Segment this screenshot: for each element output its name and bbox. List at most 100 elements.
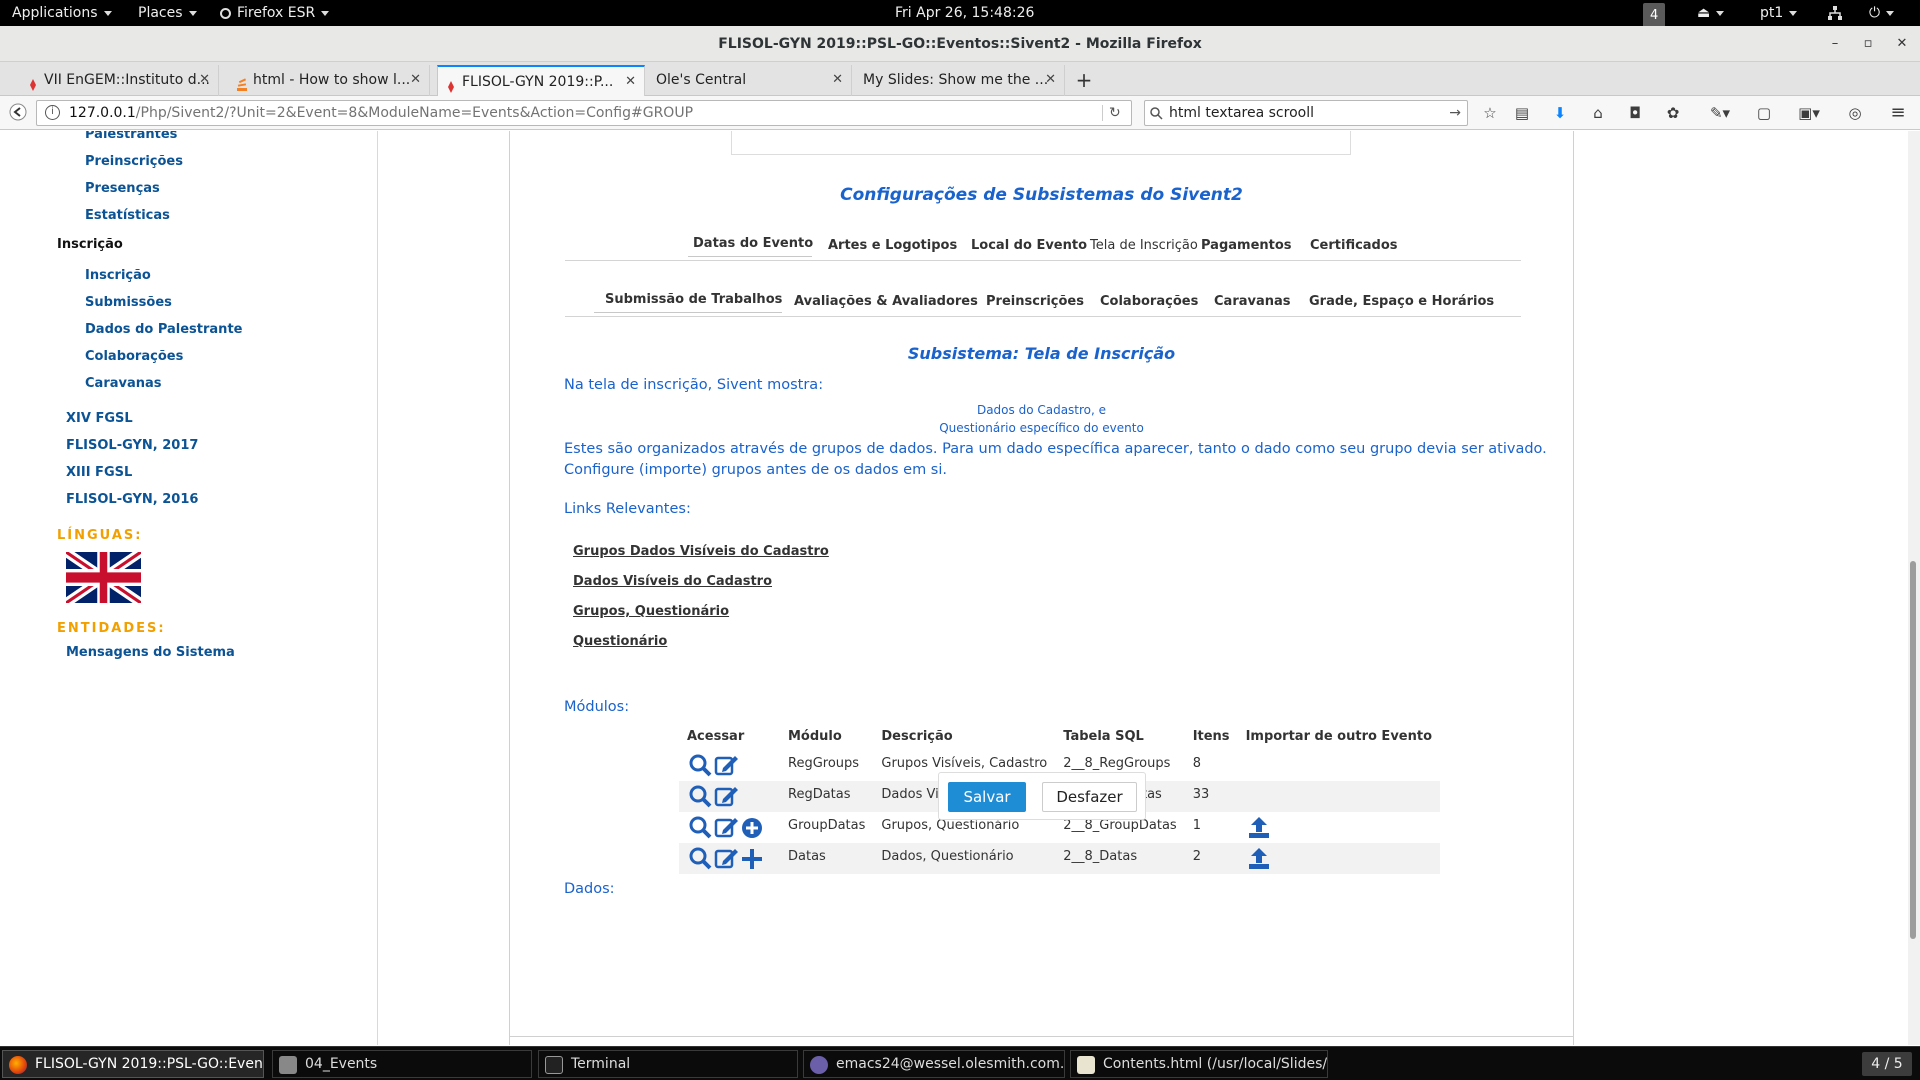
- sidebar-item-preinscricoes[interactable]: Preinscrições: [85, 154, 183, 169]
- sidebar-item-palestrantes[interactable]: Palestrantes: [85, 131, 177, 142]
- upload-icon[interactable]: [1246, 814, 1272, 840]
- edit-icon[interactable]: [713, 783, 739, 809]
- app-menu[interactable]: Firefox ESR: [220, 0, 330, 26]
- scrollbar-thumb[interactable]: [1910, 561, 1916, 939]
- pocket-icon[interactable]: ◘: [1625, 103, 1645, 123]
- sidebar-item-estatisticas[interactable]: Estatísticas: [85, 208, 170, 223]
- task-terminal[interactable]: Terminal: [538, 1050, 798, 1078]
- tab-avaliacoes[interactable]: Avaliações & Avaliadores: [794, 294, 978, 309]
- workspace-pager[interactable]: 4 / 5: [1862, 1052, 1912, 1076]
- sidebar-event-xiv-fgsl[interactable]: XIV FGSL: [66, 411, 133, 426]
- tab-colaboracoes[interactable]: Colaborações: [1100, 294, 1198, 309]
- sidebar-item-caravanas[interactable]: Caravanas: [85, 376, 162, 391]
- tab-datas-evento[interactable]: Datas do Evento: [693, 236, 813, 251]
- add-icon[interactable]: [739, 845, 765, 871]
- sidebar-item-dados-palestrante[interactable]: Dados do Palestrante: [85, 322, 242, 337]
- clock[interactable]: Fri Apr 26, 15:48:26: [895, 0, 1034, 26]
- undo-button[interactable]: Desfazer: [1042, 782, 1137, 812]
- sidebar-event-flisol-2016[interactable]: FLISOL-GYN, 2016: [66, 492, 198, 507]
- navigation-bar: i 127.0.0.1/Php/Sivent2/?Unit=2&Event=8&…: [0, 96, 1920, 130]
- tab-artes-logotipos[interactable]: Artes e Logotipos: [828, 238, 957, 253]
- task-firefox[interactable]: FLISOL-GYN 2019::PSL-GO::Event...: [2, 1050, 264, 1078]
- home-icon[interactable]: ⌂: [1588, 103, 1608, 123]
- tab-submissao-trabalhos[interactable]: Submissão de Trabalhos: [605, 292, 782, 307]
- hamburger-menu-icon[interactable]: ≡: [1888, 103, 1908, 123]
- close-tab-icon[interactable]: ✕: [625, 67, 636, 96]
- sidebar-item-inscricao[interactable]: Inscrição: [85, 268, 151, 283]
- window-title: FLISOL-GYN 2019::PSL-GO::Eventos::Sivent…: [718, 36, 1202, 52]
- tab-caravanas[interactable]: Caravanas: [1214, 294, 1291, 309]
- close-tab-icon[interactable]: ✕: [1045, 65, 1056, 95]
- sidebar-event-xiii-fgsl[interactable]: XIII FGSL: [66, 465, 132, 480]
- task-files[interactable]: 04_Events: [272, 1050, 532, 1078]
- new-tab-button[interactable]: +: [1071, 65, 1097, 95]
- close-tab-icon[interactable]: ✕: [199, 65, 210, 95]
- applications-menu[interactable]: Applications: [12, 0, 112, 26]
- sidebar-item-submissoes[interactable]: Submissões: [85, 295, 172, 310]
- search-go-icon[interactable]: →: [1449, 101, 1461, 125]
- search-icon[interactable]: [687, 752, 713, 778]
- sidebar-item-colaboracoes[interactable]: Colaborações: [85, 349, 183, 364]
- task-emacs[interactable]: emacs24@wessel.olesmith.com.br: [803, 1050, 1065, 1078]
- link-grupos-dados-visiveis[interactable]: Grupos Dados Visíveis do Cadastro: [573, 544, 829, 559]
- module-items: 2: [1184, 843, 1238, 874]
- tab-local-evento[interactable]: Local do Evento: [971, 238, 1087, 253]
- tab-pagamentos[interactable]: Pagamentos: [1201, 238, 1292, 253]
- eject-menu[interactable]: ⏏: [1697, 0, 1725, 26]
- entidades-heading: ENTIDADES:: [57, 621, 166, 636]
- tab-grade-espaco[interactable]: Grade, Espaço e Horários: [1309, 294, 1494, 309]
- network-icon[interactable]: [1827, 0, 1843, 26]
- search-bar[interactable]: html textarea scrooll →: [1144, 100, 1468, 126]
- search-icon[interactable]: [687, 814, 713, 840]
- power-menu[interactable]: ⏻: [1869, 0, 1895, 26]
- sidebar-event-flisol-2017[interactable]: FLISOL-GYN, 2017: [66, 438, 198, 453]
- addon-icon[interactable]: ✿: [1663, 103, 1683, 123]
- screenshot-icon[interactable]: ▣▾: [1792, 103, 1826, 123]
- tab-engem[interactable]: VII EnGEM::Instituto d... ✕: [20, 65, 219, 96]
- save-button[interactable]: Salvar: [948, 782, 1026, 812]
- tab-stackoverflow[interactable]: html - How to show l... ✕: [229, 65, 430, 96]
- col-acessar: Acessar: [687, 728, 745, 744]
- keyboard-layout-menu[interactable]: pt1: [1760, 0, 1798, 26]
- tools-icon[interactable]: ✎▾: [1703, 103, 1737, 123]
- close-window-button[interactable]: ✕: [1892, 34, 1912, 54]
- edit-icon[interactable]: [713, 845, 739, 871]
- config-title: Configurações de Subsistemas do Sivent2: [840, 185, 1243, 205]
- info-icon[interactable]: i: [45, 105, 60, 120]
- tab-oles-central[interactable]: Ole's Central ✕: [648, 65, 852, 96]
- upload-icon[interactable]: [1246, 845, 1272, 871]
- tab-preinscricoes[interactable]: Preinscrições: [986, 294, 1084, 309]
- link-questionario[interactable]: Questionário: [573, 634, 667, 649]
- sidebar-icon[interactable]: ▢: [1754, 103, 1774, 123]
- download-icon[interactable]: ⬇: [1550, 103, 1570, 123]
- minimize-button[interactable]: –: [1825, 34, 1845, 54]
- bookmark-star-icon[interactable]: ☆: [1480, 103, 1500, 123]
- search-icon[interactable]: [687, 845, 713, 871]
- search-icon[interactable]: [687, 783, 713, 809]
- link-dados-visiveis[interactable]: Dados Visíveis do Cadastro: [573, 574, 772, 589]
- sidebar-item-mensagens-sistema[interactable]: Mensagens do Sistema: [66, 645, 235, 660]
- tab-certificados[interactable]: Certificados: [1310, 238, 1398, 253]
- maximize-button[interactable]: ▫: [1858, 34, 1878, 54]
- reading-list-icon[interactable]: ▤: [1512, 103, 1532, 123]
- sync-icon[interactable]: ◎: [1845, 103, 1865, 123]
- link-grupos-questionario[interactable]: Grupos, Questionário: [573, 604, 729, 619]
- tab-my-slides[interactable]: My Slides: Show me the ... ✕: [855, 65, 1065, 96]
- search-icon: [1150, 101, 1163, 125]
- task-editor[interactable]: Contents.html (/usr/local/Slides/2...: [1070, 1050, 1328, 1078]
- places-menu[interactable]: Places: [138, 0, 197, 26]
- back-button[interactable]: [8, 103, 28, 123]
- edit-icon[interactable]: [713, 752, 739, 778]
- reload-icon[interactable]: ↻: [1109, 101, 1121, 125]
- edit-icon[interactable]: [713, 814, 739, 840]
- tab-flisol[interactable]: FLISOL-GYN 2019::P... ✕: [437, 65, 645, 96]
- uk-flag-icon[interactable]: [66, 552, 141, 603]
- close-tab-icon[interactable]: ✕: [832, 65, 843, 95]
- eject-icon: ⏏: [1697, 5, 1711, 21]
- tab-tela-inscricao[interactable]: Tela de Inscrição: [1090, 238, 1198, 253]
- close-tab-icon[interactable]: ✕: [410, 65, 421, 95]
- add-circle-icon[interactable]: [739, 814, 765, 840]
- page-scrollbar[interactable]: [1908, 131, 1920, 1045]
- sidebar-item-presencas[interactable]: Presenças: [85, 181, 160, 196]
- url-bar[interactable]: i 127.0.0.1/Php/Sivent2/?Unit=2&Event=8&…: [36, 100, 1132, 126]
